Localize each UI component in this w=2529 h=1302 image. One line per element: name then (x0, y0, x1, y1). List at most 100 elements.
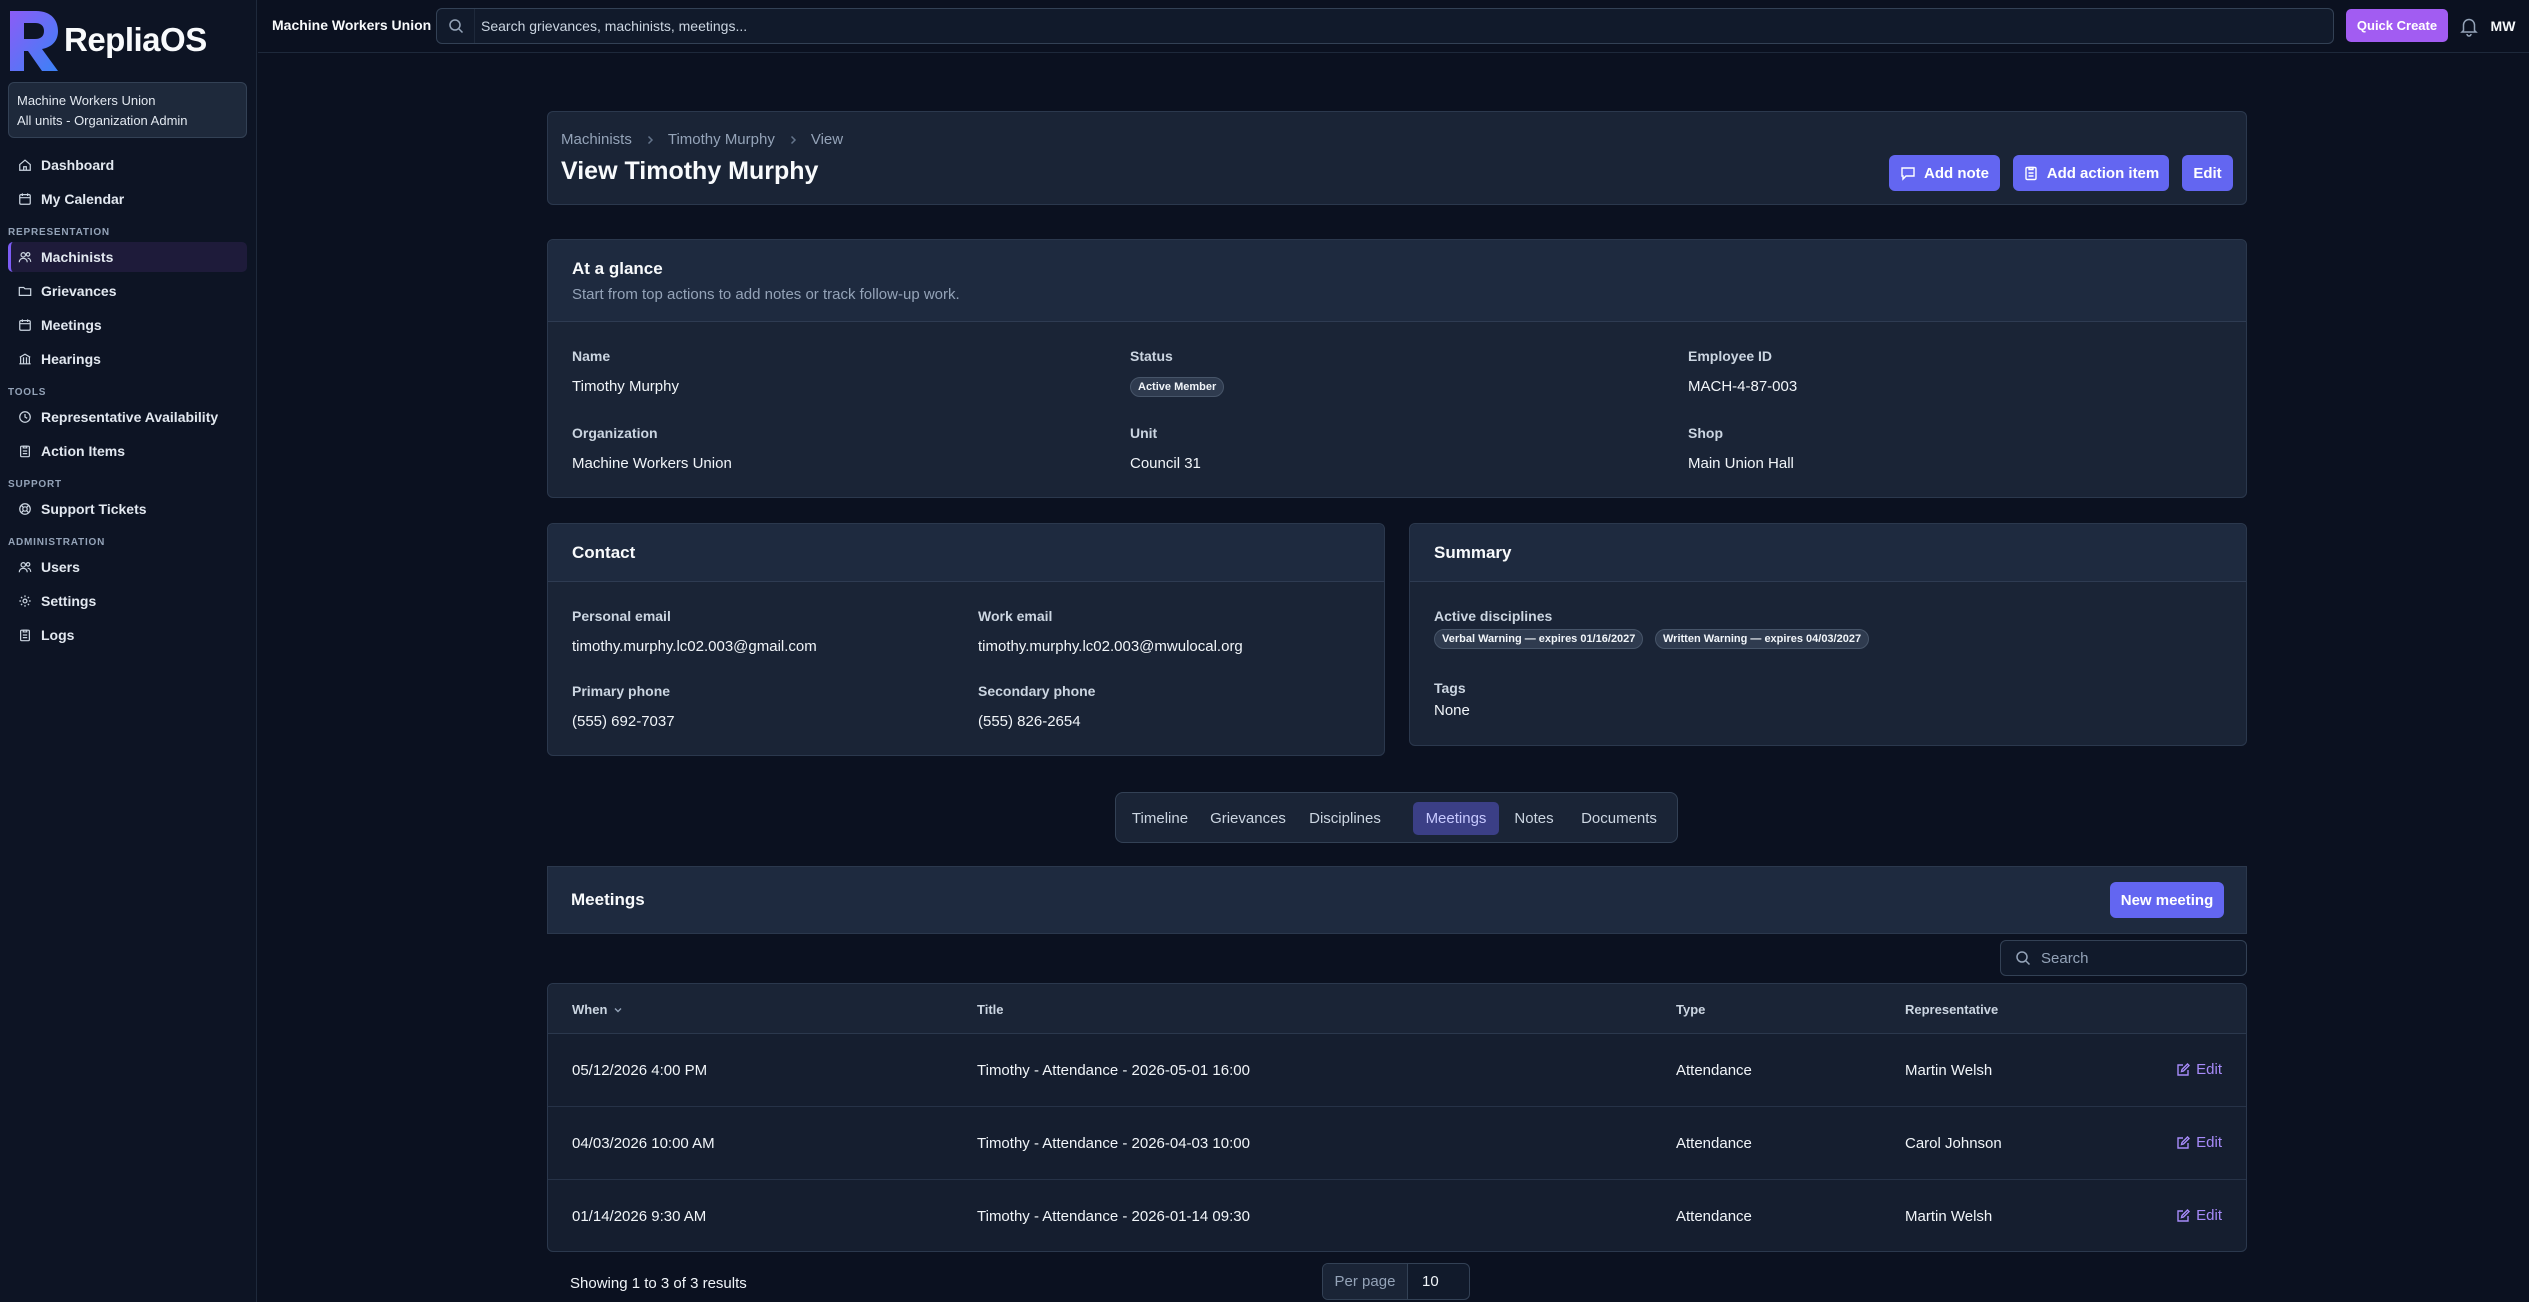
unit-value: Council 31 (1130, 455, 1201, 472)
building-icon (19, 353, 31, 365)
summary-header (1410, 524, 2246, 582)
sidebar-item-grievances[interactable]: Grievances (8, 276, 247, 306)
search-icon (448, 19, 463, 34)
table-search-input[interactable] (2041, 949, 2221, 967)
app-name: RepliaOS (64, 21, 207, 58)
table-row[interactable]: 01/14/2026 9:30 AM Timothy - Attendance … (548, 1180, 2246, 1253)
work-email-value[interactable]: timothy.murphy.lc02.003@mwulocal.org (978, 638, 1243, 655)
row-edit-link[interactable]: Edit (2176, 1134, 2222, 1151)
employee-id-label: Employee ID (1688, 348, 1773, 364)
column-when[interactable]: When (572, 1002, 623, 1017)
summary-title: Summary (1434, 543, 1512, 562)
chevron-right-icon (647, 135, 653, 144)
tab-documents[interactable]: Documents (1569, 802, 1669, 835)
add-action-item-label: Add action item (2046, 164, 2160, 182)
sidebar-item-my-calendar[interactable]: My Calendar (8, 184, 247, 214)
tab-grievances[interactable]: Grievances (1201, 802, 1295, 835)
unit-label: Unit (1130, 425, 1158, 441)
status-label: Status (1130, 348, 1173, 364)
column-representative: Representative (1905, 1002, 1999, 1017)
sidebar-item-action-items[interactable]: Action Items (8, 436, 247, 466)
breadcrumb-member[interactable]: Timothy Murphy (668, 131, 775, 148)
glance-header (548, 240, 2246, 322)
tags-value: None (1434, 702, 1470, 719)
row-edit-link[interactable]: Edit (2176, 1061, 2222, 1078)
sidebar-item-settings[interactable]: Settings (8, 586, 247, 616)
per-page-value[interactable]: 10 (1408, 1264, 1469, 1299)
glance-title: At a glance (572, 259, 663, 278)
global-search[interactable] (436, 8, 2334, 44)
column-when-label: When (572, 1002, 608, 1017)
topbar: Machine Workers Union Quick Create MW (258, 0, 2529, 53)
avatar[interactable]: MW (2486, 9, 2520, 43)
sidebar-item-label: Grievances (41, 283, 117, 299)
calendar-icon (19, 319, 31, 331)
app-logo[interactable]: RepliaOS (8, 8, 207, 72)
sidebar-item-label: Logs (41, 627, 75, 643)
edit-icon (2177, 1062, 2191, 1076)
table-row[interactable]: 05/12/2026 4:00 PM Timothy - Attendance … (548, 1034, 2246, 1107)
edit-icon (2177, 1208, 2191, 1222)
sidebar-item-logs[interactable]: Logs (8, 620, 247, 650)
row-edit-label: Edit (2196, 1061, 2222, 1078)
summary-card: Summary Active disciplines Verbal Warnin… (1409, 523, 2247, 746)
per-page-select[interactable]: Per page 10 (1322, 1263, 1470, 1300)
cell-type: Attendance (1676, 1208, 1752, 1225)
pagination-summary: Showing 1 to 3 of 3 results (570, 1275, 747, 1292)
folder-icon (18, 286, 32, 296)
sidebar-item-dashboard[interactable]: Dashboard (8, 150, 247, 180)
sidebar-item-label: Dashboard (41, 157, 115, 173)
new-meeting-button[interactable]: New meeting (2110, 882, 2224, 918)
tab-timeline[interactable]: Timeline (1124, 802, 1196, 835)
add-note-label: Add note (1924, 164, 1989, 182)
clipboard-icon (20, 445, 30, 458)
tab-disciplines[interactable]: Disciplines (1300, 802, 1390, 835)
row-edit-link[interactable]: Edit (2176, 1207, 2222, 1224)
global-search-input[interactable] (475, 18, 2333, 34)
sidebar-item-hearings[interactable]: Hearings (8, 344, 247, 374)
sidebar-item-representative-availability[interactable]: Representative Availability (8, 402, 247, 432)
cell-title: Timothy - Attendance - 2026-04-03 10:00 (977, 1135, 1250, 1152)
sidebar-item-label: Representative Availability (41, 409, 219, 425)
discipline-badge: Written Warning — expires 04/03/2027 (1655, 629, 1870, 649)
add-action-item-button[interactable]: Add action item (2013, 155, 2169, 191)
home-icon (19, 159, 31, 171)
sidebar-item-meetings[interactable]: Meetings (8, 310, 247, 340)
clipboard-icon (2025, 166, 2037, 181)
row-edit-label: Edit (2196, 1207, 2222, 1224)
quick-create-button[interactable]: Quick Create (2346, 9, 2448, 42)
edit-button[interactable]: Edit (2182, 155, 2233, 191)
sidebar-item-users[interactable]: Users (8, 552, 247, 582)
meetings-title: Meetings (571, 890, 645, 909)
table-search[interactable] (2000, 940, 2247, 976)
edit-icon (2177, 1135, 2191, 1149)
at-a-glance-card: At a glance Start from top actions to ad… (547, 239, 2247, 498)
tab-meetings[interactable]: Meetings (1413, 802, 1499, 835)
employee-id-value: MACH-4-87-003 (1688, 378, 1798, 395)
secondary-phone-value[interactable]: (555) 826-2654 (978, 713, 1081, 730)
clock-icon (19, 411, 31, 423)
primary-phone-value[interactable]: (555) 692-7037 (572, 713, 675, 730)
cell-representative: Martin Welsh (1905, 1062, 1993, 1079)
sidebar-item-support-tickets[interactable]: Support Tickets (8, 494, 247, 524)
bell-icon[interactable] (2458, 15, 2480, 37)
personal-email-value[interactable]: timothy.murphy.lc02.003@gmail.com (572, 638, 817, 655)
table-row[interactable]: 04/03/2026 10:00 AM Timothy - Attendance… (548, 1107, 2246, 1180)
lifebuoy-icon (19, 503, 31, 515)
breadcrumb-machinists[interactable]: Machinists (561, 131, 632, 148)
contact-title: Contact (572, 543, 636, 562)
add-note-button[interactable]: Add note (1889, 155, 2000, 191)
chevron-right-icon (790, 135, 796, 144)
cell-when: 04/03/2026 10:00 AM (572, 1135, 715, 1152)
tab-notes[interactable]: Notes (1504, 802, 1564, 835)
cell-representative: Carol Johnson (1905, 1135, 2002, 1152)
search-icon (2016, 951, 2031, 966)
sidebar-item-machinists[interactable]: Machinists (8, 242, 247, 272)
nav-section-administration: ADMINISTRATION (8, 537, 106, 548)
shop-label: Shop (1688, 425, 1723, 441)
org-switcher[interactable]: Machine Workers Union All units - Organi… (8, 82, 247, 138)
table-header: When Title Type Representative (548, 984, 2246, 1034)
nav-section-tools: TOOLS (8, 387, 47, 398)
calendar-icon (19, 193, 31, 205)
sidebar-item-label: Support Tickets (41, 501, 147, 517)
